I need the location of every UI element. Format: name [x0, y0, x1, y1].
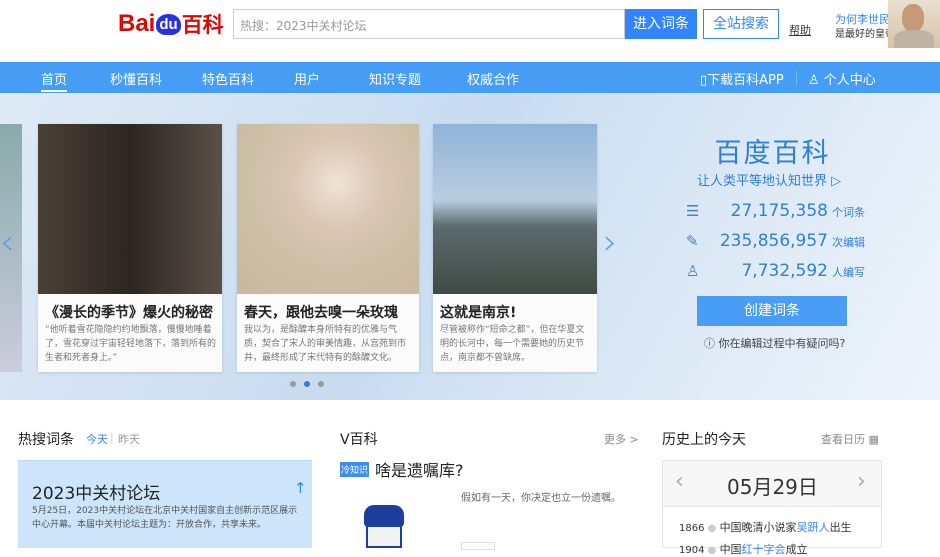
edit-icon: ✎: [686, 232, 699, 250]
stat-unit: 次编辑: [832, 236, 865, 249]
nav-featured[interactable]: 特色百科: [202, 69, 254, 88]
nav-partners[interactable]: 权威合作: [467, 69, 519, 88]
search-input[interactable]: 热搜：2023中关村论坛: [233, 9, 625, 39]
vbaike-headline[interactable]: 啥是遗嘱库?: [375, 457, 464, 481]
card-title: 春天，跟他去嗅一朵玫瑰: [244, 305, 398, 321]
card-desc: “他听着雪花隐隐约约地飘落，慢慢地睡着了，雪花穿过宇宙轻轻地落下，落到所有的生者…: [45, 325, 217, 363]
stat-unit: 人编写: [832, 266, 865, 279]
card-image: [38, 124, 222, 294]
stat-entries: ☰ 27,175,358 个词条: [686, 201, 865, 221]
hot-entry-card[interactable]: 2023中关村论坛 ↑ 5月25日，2023中关村论坛在北京中关村国家自主创新示…: [18, 460, 312, 548]
slogan-text: 让人类平等地认知世界: [697, 174, 828, 189]
baike-title: 百度百科: [714, 138, 831, 169]
tag-badge: 冷知识: [340, 462, 370, 477]
card-title: 这就是南京!: [440, 305, 517, 321]
stat-value: 235,856,957: [719, 231, 828, 251]
nav-topics[interactable]: 知识专题: [369, 69, 421, 88]
vbaike-more-link[interactable]: 更多 >: [604, 431, 639, 447]
tab-yesterday[interactable]: 昨天: [118, 431, 140, 447]
card-desc: 尽管被称作“短命之都”，但在华夏文明的长河中，每一个需要她的历史节点，南京都不曾…: [440, 325, 585, 363]
hot-section-title: 热搜词条: [18, 432, 74, 448]
promo-portrait[interactable]: [888, 0, 940, 48]
calendar-label: 查看日历: [821, 433, 865, 446]
stat-value: 7,732,592: [741, 261, 828, 281]
card-image: [237, 124, 419, 294]
event-text: 中国: [719, 543, 742, 556]
hero-banner: ‹ 《漫长的季节》爆火的秘密 “他听着雪花隐隐约约地飘落，慢慢地睡着了，雪花穿过…: [0, 93, 940, 400]
prev-day-arrow[interactable]: ‹: [675, 469, 684, 494]
history-event: 1866 ● 中国晚清小说家吴趼人出生: [679, 521, 852, 534]
history-date: 05月29日: [727, 475, 818, 499]
personal-center-label: 个人中心: [823, 73, 876, 88]
play-icon: ▷: [831, 174, 842, 189]
vbaike-section-title: V百科: [340, 432, 378, 448]
event-text: 成立: [785, 543, 808, 556]
carousel-dot-active[interactable]: [304, 381, 310, 387]
card-image: [433, 124, 597, 294]
users-icon: ♙: [686, 262, 700, 280]
nav-miaodong[interactable]: 秒懂百科: [110, 69, 162, 88]
header: Bai du 百科 热搜：2023中关村论坛 进入词条 全站搜索 帮助 为何李世民 …: [0, 0, 940, 62]
event-year: 1866: [679, 523, 705, 534]
nav-home[interactable]: 首页: [41, 69, 68, 92]
history-section-title: 历史上的今天: [662, 432, 746, 448]
personal-center-link[interactable]: ♙ 个人中心: [808, 69, 876, 88]
tab-divider: |: [110, 431, 114, 444]
vbaike-desc: 假如有一天，你决定也立一份遗嘱。: [461, 493, 621, 504]
carousel-dot[interactable]: [318, 381, 324, 387]
next-day-arrow[interactable]: ›: [857, 469, 866, 494]
baidu-baike-logo[interactable]: Bai du 百科: [118, 6, 224, 42]
list-icon: ☰: [686, 202, 700, 220]
history-event: 1904 ● 中国红十字会成立: [679, 543, 808, 556]
carousel-next-arrow[interactable]: ›: [603, 223, 621, 263]
question-icon: ⓘ: [704, 337, 719, 350]
logo-baike: 百科: [181, 14, 224, 37]
event-year: 1904: [679, 545, 705, 556]
carousel-prev-arrow[interactable]: ‹: [0, 223, 18, 263]
main-nav: 首页 秒懂百科 特色百科 用户 知识专题 权威合作 ▯下载百科APP ♙ 个人中…: [0, 62, 940, 93]
carousel-card[interactable]: 《漫长的季节》爆火的秘密 “他听着雪花隐隐约约地飘落，慢慢地睡着了，雪花穿过宇宙…: [38, 124, 222, 372]
user-icon: ♙: [808, 73, 824, 88]
hot-entry-title: 2023中关村论坛: [32, 484, 161, 504]
stat-edits: ✎ 235,856,957 次编辑: [686, 231, 865, 251]
play-button[interactable]: [461, 542, 495, 550]
download-app-label: 下载百科APP: [707, 73, 784, 88]
logo-text: Bai: [118, 10, 156, 37]
carousel-card[interactable]: 这就是南京! 尽管被称作“短命之都”，但在华夏文明的长河中，每一个需要她的历史节…: [433, 124, 597, 372]
stat-value: 27,175,358: [730, 201, 828, 221]
help-link[interactable]: 帮助: [789, 22, 811, 38]
divider: [796, 71, 797, 85]
calendar-icon: ▦: [868, 433, 879, 446]
tab-today[interactable]: 今天: [86, 431, 108, 447]
enter-entry-button[interactable]: 进入词条: [625, 9, 697, 39]
create-entry-button[interactable]: 创建词条: [697, 296, 847, 326]
view-calendar-link[interactable]: 查看日历 ▦: [821, 431, 879, 447]
history-panel: ‹ 05月29日 › 1866 ● 中国晚清小说家吴趼人出生 1904 ● 中国…: [662, 460, 882, 556]
carousel-dot[interactable]: [290, 381, 296, 387]
arrow-up-icon: ↑: [294, 479, 307, 497]
stat-unit: 个词条: [832, 206, 865, 219]
cat-illustration: [362, 505, 417, 548]
paw-icon: du: [156, 13, 181, 35]
site-search-button[interactable]: 全站搜索: [703, 9, 779, 39]
nav-users[interactable]: 用户: [294, 69, 320, 88]
card-desc: 我以为，是酴醾本身所特有的优雅与气质，契合了宋人的审美情趣，从宫苑到市井，最终形…: [244, 325, 407, 363]
stat-editors: ♙ 7,732,592 人编写: [686, 261, 865, 281]
baike-slogan-link[interactable]: 让人类平等地认知世界 ▷: [697, 170, 841, 189]
edit-help-link[interactable]: ⓘ 你在编辑过程中有疑问吗?: [704, 335, 845, 351]
event-link[interactable]: 吴趼人: [797, 521, 830, 534]
event-text: 中国晚清小说家: [719, 521, 797, 534]
carousel-card[interactable]: 春天，跟他去嗅一朵玫瑰 我以为，是酴醾本身所特有的优雅与气质，契合了宋人的审美情…: [237, 124, 419, 372]
event-link[interactable]: 红十字会: [742, 543, 786, 556]
event-text: 出生: [829, 521, 852, 534]
edit-help-label: 你在编辑过程中有疑问吗?: [718, 337, 846, 350]
card-title: 《漫长的季节》爆火的秘密: [45, 305, 213, 321]
download-app-link[interactable]: ▯下载百科APP: [700, 69, 784, 88]
hot-entry-desc: 5月25日，2023中关村论坛在北京中关村国家自主创新示范区展示中心开幕。本届中…: [32, 506, 298, 530]
